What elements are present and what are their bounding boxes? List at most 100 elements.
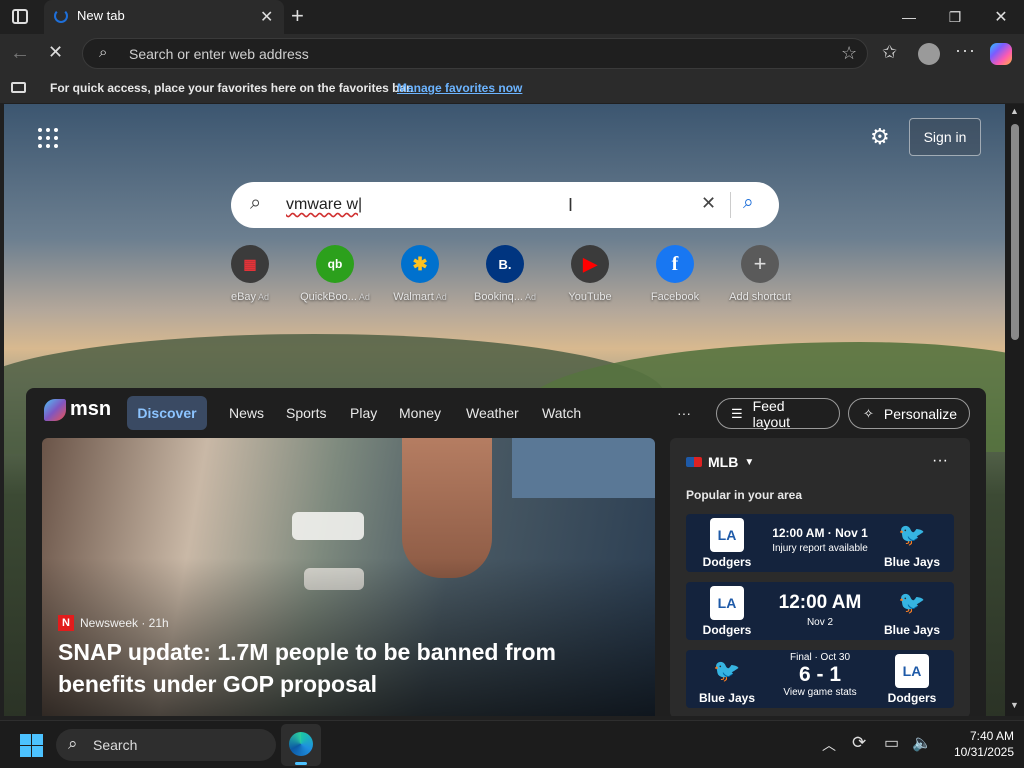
search-input[interactable]: vmware w| [286, 196, 362, 214]
tab-actions-icon[interactable] [12, 9, 28, 24]
game-card[interactable]: 🐦 Blue Jays Final · Oct 30 6 - 1 View ga… [686, 650, 954, 708]
edge-icon [289, 732, 313, 756]
sync-icon[interactable]: ⟳ [852, 733, 866, 753]
youtube-icon: ▶ [571, 245, 609, 283]
ebay-icon: ▦ [231, 245, 269, 283]
windows-start-icon[interactable] [20, 734, 43, 757]
widget-more-icon[interactable]: ··· [932, 452, 948, 470]
tab-title: New tab [77, 8, 125, 23]
add-shortcut-button[interactable]: + Add shortcut [718, 245, 802, 303]
close-window-button[interactable]: ✕ [978, 0, 1024, 34]
plus-icon: + [741, 245, 779, 283]
stop-loading-button[interactable]: ✕ [48, 42, 63, 63]
tab-watch[interactable]: Watch [542, 405, 581, 421]
clock-time: 7:40 AM [969, 729, 1014, 743]
feed-layout-button[interactable]: ☰ Feed layout [716, 398, 840, 430]
article-headline[interactable]: SNAP update: 1.7M people to be banned fr… [58, 636, 618, 700]
shortcut-ebay[interactable]: ▦ eBay Ad [208, 245, 292, 303]
sparkle-icon: ✧ [863, 405, 874, 421]
personalize-button[interactable]: ✧ Personalize [848, 398, 970, 429]
windows-taskbar: ⌕ Search ︿ ⟳ ▭ 🔈 7:40 AM 10/31/2025 [0, 720, 1024, 768]
clock[interactable]: 7:40 AM 10/31/2025 [946, 728, 1014, 760]
sign-in-label: Sign in [923, 129, 967, 145]
chevron-down-icon: ▼ [744, 456, 755, 468]
settings-more-icon[interactable]: ··· [955, 40, 976, 61]
tab-weather[interactable]: Weather [466, 405, 519, 421]
shortcut-booking[interactable]: B. Bookinq... Ad [463, 245, 547, 303]
maximize-button[interactable]: ❐ [932, 0, 978, 34]
taskbar-search[interactable]: ⌕ Search [56, 729, 276, 761]
facebook-icon: f [656, 245, 694, 283]
sliders-icon: ☰ [731, 405, 743, 421]
booking-icon: B. [486, 245, 524, 283]
widget-subtitle: Popular in your area [686, 488, 803, 502]
favorites-bar: For quick access, place your favorites h… [0, 74, 1024, 103]
page-settings-gear-icon[interactable]: ⚙ [870, 124, 890, 150]
tab-sports[interactable]: Sports [286, 405, 326, 421]
title-bar: New tab ✕ + — ❐ ✕ [0, 0, 1024, 34]
shortcut-walmart[interactable]: ✱ Walmart Ad [378, 245, 462, 303]
shortcut-facebook[interactable]: f Facebook [633, 245, 717, 303]
dodgers-logo-icon: LA [895, 654, 929, 688]
msn-feed: msn Discover News Sports Play Money Weat… [26, 388, 986, 716]
address-placeholder: Search or enter web address [129, 46, 309, 62]
mlb-title-dropdown[interactable]: MLB ▼ [686, 454, 754, 470]
address-toolbar: ← ✕ ⌕ Search or enter web address ☆ ✩ ··… [0, 34, 1024, 74]
new-tab-page: ⚙ Sign in ⌕ vmware w| I ✕ ⌕ ▦ eBay Ad qb … [4, 104, 1005, 716]
web-search-box[interactable]: ⌕ vmware w| I ✕ ⌕ [231, 182, 779, 228]
search-submit-icon[interactable]: ⌕ [743, 192, 754, 214]
quickbooks-icon: qb [316, 245, 354, 283]
blue-jays-logo-icon: 🐦 [713, 658, 741, 683]
scrollbar-thumb[interactable] [1011, 124, 1019, 340]
favorites-bar-icon [11, 82, 26, 93]
app-launcher-icon[interactable] [38, 128, 58, 148]
profile-avatar[interactable] [918, 43, 940, 65]
tab-money[interactable]: Money [399, 405, 441, 421]
article-source[interactable]: N Newsweek · 21h [58, 615, 169, 631]
show-hidden-icons-icon[interactable]: ︿ [822, 735, 836, 755]
loading-spinner-icon [54, 9, 68, 23]
tab-new-tab[interactable]: New tab ✕ [44, 0, 284, 34]
mlb-widget: MLB ▼ ··· Popular in your area LA Dodger… [670, 438, 970, 716]
minimize-button[interactable]: — [886, 0, 932, 34]
tab-play[interactable]: Play [350, 405, 377, 421]
favorite-star-icon[interactable]: ☆ [841, 43, 857, 64]
search-divider [730, 192, 731, 218]
hero-image-shelf [292, 512, 364, 540]
address-bar[interactable]: ⌕ Search or enter web address ☆ [82, 38, 868, 69]
search-icon: ⌕ [68, 734, 78, 753]
blue-jays-logo-icon: 🐦 [898, 590, 926, 615]
page-scrollbar[interactable]: ▲ ▼ [1005, 104, 1024, 716]
manage-favorites-link[interactable]: Manage favorites now [397, 81, 522, 95]
copilot-icon[interactable] [990, 43, 1012, 65]
display-icon[interactable]: ▭ [884, 733, 899, 753]
hero-article-card[interactable]: N Newsweek · 21h SNAP update: 1.7M peopl… [42, 438, 655, 716]
back-button[interactable]: ← [10, 42, 30, 65]
mlb-logo-icon [686, 457, 702, 467]
more-tabs-button[interactable]: ··· [677, 405, 691, 421]
msn-butterfly-icon [44, 398, 66, 421]
tab-news[interactable]: News [229, 405, 264, 421]
search-icon: ⌕ [99, 44, 108, 61]
game-card[interactable]: LA Dodgers 12:00 AM · Nov 1 Injury repor… [686, 514, 954, 572]
shortcut-quickbooks[interactable]: qb QuickBoo... Ad [293, 245, 377, 303]
scroll-up-icon[interactable]: ▲ [1010, 106, 1019, 116]
new-tab-button[interactable]: + [291, 3, 304, 29]
walmart-icon: ✱ [401, 245, 439, 283]
newsweek-logo-icon: N [58, 615, 74, 631]
edge-taskbar-button[interactable] [281, 724, 321, 766]
favorites-icon[interactable]: ✩ [882, 42, 897, 63]
hero-image-sleeve [512, 438, 655, 498]
dodgers-logo-icon: LA [710, 586, 744, 620]
sign-in-button[interactable]: Sign in [909, 118, 981, 156]
search-icon: ⌕ [250, 192, 262, 214]
game-card[interactable]: LA Dodgers 12:00 AM Nov 2 🐦 Blue Jays [686, 582, 954, 640]
msn-logo: msn [44, 398, 111, 421]
clear-search-icon[interactable]: ✕ [701, 193, 716, 214]
dodgers-logo-icon: LA [710, 518, 744, 552]
shortcut-youtube[interactable]: ▶ YouTube [548, 245, 632, 303]
speaker-muted-icon[interactable]: 🔈 [912, 733, 932, 753]
scroll-down-icon[interactable]: ▼ [1010, 700, 1019, 710]
tab-discover[interactable]: Discover [127, 396, 207, 430]
tab-close-icon[interactable]: ✕ [260, 7, 273, 27]
